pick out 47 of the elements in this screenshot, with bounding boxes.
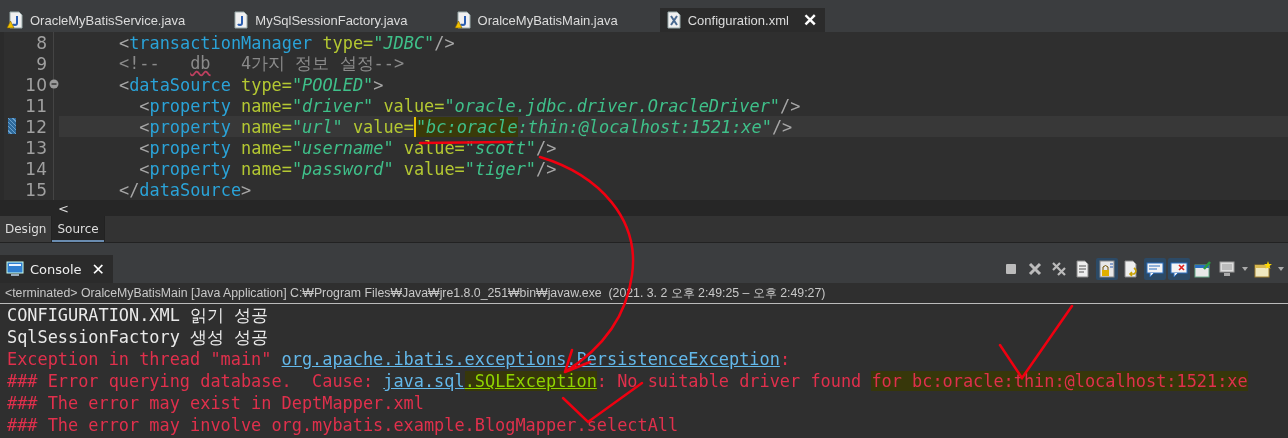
- editor-tab[interactable]: Configuration.xml ✕: [659, 8, 825, 32]
- code-line: <property name="driver" value="oracle.jdbc.driver.OracleDriver"/>: [138, 95, 801, 116]
- message-toggle[interactable]: [1144, 258, 1166, 280]
- caret-icon[interactable]: [1241, 265, 1249, 273]
- code-line: <property name="username" value="scott"/>: [138, 137, 557, 158]
- line-number: 11: [25, 95, 47, 116]
- line-number: 14: [25, 158, 47, 179]
- remove-all-icon[interactable]: [1050, 260, 1068, 278]
- editor-tab[interactable]: MySqlSessionFactory.java: [227, 8, 420, 32]
- remove-icon[interactable]: [1026, 260, 1044, 278]
- tab-label: OralceMyBatisMain.java: [477, 12, 618, 28]
- console-line: CONFIGURATION.XML 읽기 성공: [7, 304, 270, 326]
- line-number: 9: [36, 53, 47, 74]
- editor-tab[interactable]: OralceMyBatisMain.java: [449, 8, 630, 32]
- console-link[interactable]: java.sql: [383, 371, 465, 391]
- code-line: <property name="password" value="tiger"/>: [138, 158, 557, 179]
- scroll-left-button[interactable]: <: [58, 200, 69, 216]
- console-line: ### The error may exist in DeptMapper.xml: [7, 392, 425, 414]
- tab-label: Configuration.xml: [687, 12, 789, 28]
- code-line: <transactionManager type="JDBC"/>: [118, 32, 455, 53]
- console-line: SqlSessionFactory 생성 성공: [7, 326, 270, 348]
- caret-icon[interactable]: [1277, 265, 1285, 273]
- line-number: 12: [25, 116, 47, 137]
- console-line: ### Error querying database. Cause: java.sql.SQLException: No suitable driver found for bc:oracle:thin:@localhost:1521:xe: [7, 370, 1249, 392]
- code-line: <!-- db 4가지 정보 설정-->: [118, 53, 405, 75]
- line-number: 13: [25, 137, 47, 158]
- error-message-toggle[interactable]: [1168, 258, 1190, 280]
- code-line: <dataSource type="POOLED">: [118, 74, 384, 95]
- tab-label: Console: [30, 261, 82, 277]
- console-link[interactable]: .SQLException: [464, 371, 597, 391]
- editor-page-tab[interactable]: Design: [0, 216, 53, 242]
- close-button[interactable]: ✕: [802, 9, 817, 31]
- code-line: <property name="url" value="bc:oracle:thin:@localhost:1521:xe"/>: [138, 116, 793, 137]
- tab-label: MySqlSessionFactory.java: [255, 12, 408, 28]
- editor-tab[interactable]: OracleMyBatisService.java: [2, 8, 198, 32]
- line-number: 15: [25, 179, 47, 200]
- tab-label: OracleMyBatisService.java: [30, 12, 186, 28]
- line-number: 10: [25, 74, 47, 95]
- lock-toggle[interactable]: [1096, 258, 1118, 280]
- console-line: ### The error may involve org.mybatis.example.BlogMapper.selectAll: [7, 414, 680, 436]
- console-tab[interactable]: Console ✕: [0, 255, 113, 283]
- line-number: 8: [36, 32, 47, 53]
- monitor-icon: [6, 261, 24, 277]
- collapse-icon[interactable]: [49, 79, 59, 89]
- editor-page-tab[interactable]: Source: [52, 216, 105, 242]
- code-line: </dataSource>: [118, 179, 252, 200]
- close-button[interactable]: ✕: [91, 259, 105, 279]
